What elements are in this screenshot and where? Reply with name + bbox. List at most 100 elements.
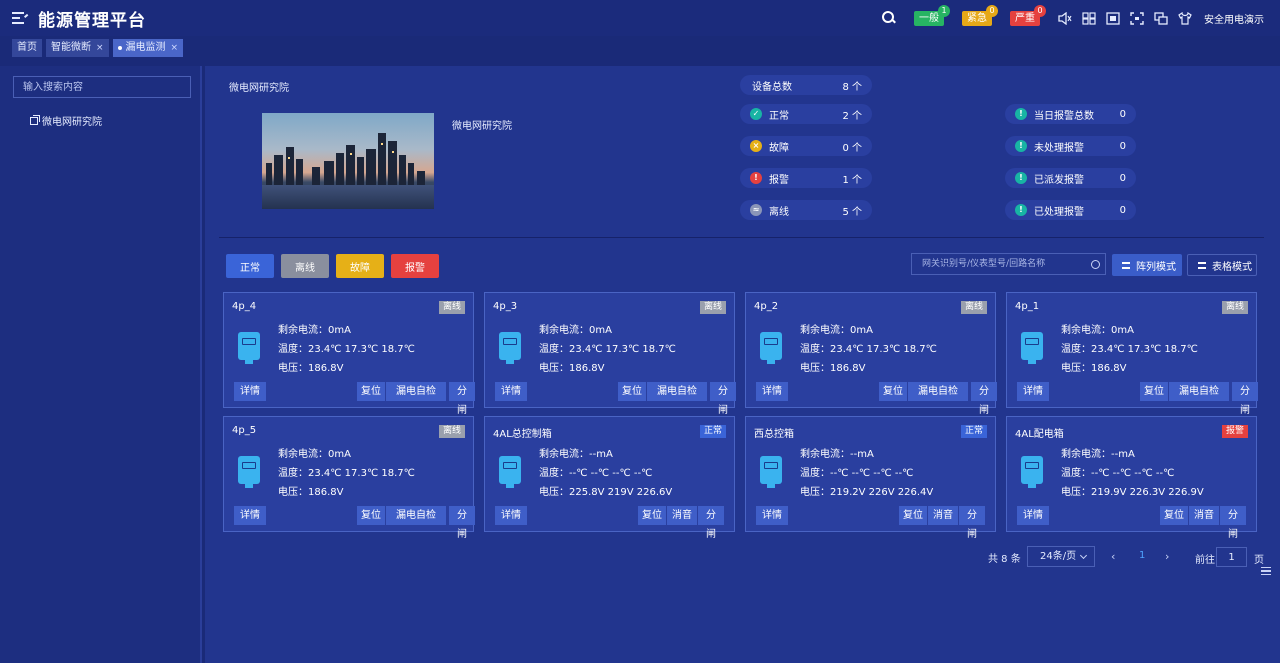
leakage-self-test-button[interactable]: 漏电自检 bbox=[1169, 382, 1229, 401]
fault-circle-icon: × bbox=[750, 140, 762, 152]
open-breaker-button[interactable]: 分闸 bbox=[710, 382, 736, 416]
reset-button[interactable]: 复位 bbox=[1160, 506, 1188, 525]
filter-fault-button[interactable]: 故障 bbox=[336, 254, 384, 278]
open-breaker-button[interactable]: 分闸 bbox=[698, 506, 724, 540]
menu-toggle-icon[interactable] bbox=[12, 11, 29, 25]
stat-normal[interactable]: ✓ 正常 2 个 bbox=[740, 104, 872, 124]
filter-alarm-button[interactable]: 报警 bbox=[391, 254, 439, 278]
reset-button[interactable]: 复位 bbox=[357, 506, 385, 525]
alarm-critical-badge[interactable]: 严重 0 bbox=[1010, 4, 1046, 26]
open-breaker-button[interactable]: 分闸 bbox=[1220, 506, 1246, 540]
page-size-select[interactable]: 24条/页 bbox=[1027, 546, 1095, 567]
open-breaker-button[interactable]: 分闸 bbox=[449, 382, 475, 416]
reset-button[interactable]: 复位 bbox=[899, 506, 927, 525]
window-icon[interactable] bbox=[1154, 11, 1168, 25]
detail-button[interactable]: 详情 bbox=[495, 382, 527, 401]
open-breaker-button[interactable]: 分闸 bbox=[959, 506, 985, 540]
device-search-input[interactable] bbox=[911, 253, 1106, 275]
tab-home-label: 首页 bbox=[17, 42, 37, 53]
stat-today-alarms[interactable]: ! 当日报警总数 0 bbox=[1005, 104, 1136, 124]
fullscreen-icon[interactable] bbox=[1130, 11, 1144, 25]
section-divider bbox=[219, 237, 1264, 238]
mute-icon[interactable] bbox=[1058, 11, 1072, 25]
stat-handled-alarms[interactable]: ! 已处理报警 0 bbox=[1005, 200, 1136, 220]
stat-alarm[interactable]: ! 报警 1 个 bbox=[740, 168, 872, 188]
alarm-general-label: 一般 bbox=[919, 12, 939, 24]
reset-button[interactable]: 复位 bbox=[638, 506, 666, 525]
tab-leakage-monitoring[interactable]: 漏电监测 × bbox=[112, 39, 184, 57]
alarm-critical-label: 严重 bbox=[1015, 12, 1035, 24]
search-icon[interactable] bbox=[882, 11, 896, 25]
detail-button[interactable]: 详情 bbox=[234, 506, 266, 525]
prev-page-button[interactable]: ‹ bbox=[1111, 550, 1115, 563]
open-breaker-button[interactable]: 分闸 bbox=[971, 382, 997, 416]
device-name: 4p_3 bbox=[493, 301, 518, 312]
open-breaker-button[interactable]: 分闸 bbox=[449, 506, 475, 540]
tab-smart-breaker[interactable]: 智能微断 × bbox=[46, 39, 109, 57]
reset-button[interactable]: 复位 bbox=[879, 382, 907, 401]
search-icon[interactable] bbox=[1091, 260, 1100, 269]
device-card: 4p_4 离线 剩余电流：0mA 温度：23.4℃ 17.3℃ 18.7℃ 电压：186… bbox=[223, 292, 475, 416]
alarm-critical-count: 0 bbox=[1034, 4, 1046, 17]
open-breaker-button[interactable]: 分闸 bbox=[1232, 382, 1258, 416]
voltage: 电压：186.8V bbox=[539, 363, 605, 374]
table-mode-button[interactable]: 表格模式 bbox=[1187, 254, 1257, 276]
stat-fault[interactable]: × 故障 0 个 bbox=[740, 136, 872, 156]
alert-circle-icon: ! bbox=[750, 172, 762, 184]
filter-normal-button[interactable]: 正常 bbox=[226, 254, 274, 278]
page-number-current[interactable]: 1 bbox=[1139, 550, 1145, 561]
detail-button[interactable]: 详情 bbox=[1017, 382, 1049, 401]
check-circle-icon: ✓ bbox=[750, 108, 762, 120]
copy-icon bbox=[30, 114, 40, 125]
detail-button[interactable]: 详情 bbox=[495, 506, 527, 525]
alert-circle-icon: ! bbox=[1015, 172, 1027, 184]
shirt-icon[interactable] bbox=[1178, 11, 1192, 25]
reset-button[interactable]: 复位 bbox=[1140, 382, 1168, 401]
leakage-self-test-button[interactable]: 漏电自检 bbox=[386, 382, 446, 401]
alert-circle-icon: ! bbox=[1015, 108, 1027, 120]
leakage-self-test-button[interactable]: 漏电自检 bbox=[386, 506, 446, 525]
station-name: 微电网研究院 bbox=[229, 83, 289, 94]
goto-page-input[interactable] bbox=[1216, 547, 1247, 567]
leakage-self-test-button[interactable]: 漏电自检 bbox=[908, 382, 968, 401]
silence-button[interactable]: 消音 bbox=[1189, 506, 1219, 525]
detail-button[interactable]: 详情 bbox=[1017, 506, 1049, 525]
silence-button[interactable]: 消音 bbox=[928, 506, 958, 525]
close-icon[interactable]: × bbox=[171, 39, 179, 57]
voltage: 电压：186.8V bbox=[278, 487, 344, 498]
close-icon[interactable]: × bbox=[96, 39, 104, 57]
temperature: 温度：23.4℃ 17.3℃ 18.7℃ bbox=[1061, 344, 1198, 355]
silence-button[interactable]: 消音 bbox=[667, 506, 697, 525]
grid-apps-icon[interactable] bbox=[1082, 11, 1096, 25]
screen-icon[interactable] bbox=[1106, 11, 1120, 25]
voltage: 电压：186.8V bbox=[800, 363, 866, 374]
device-card: 4AL配电箱 报警 剩余电流：--mA 温度：--℃ --℃ --℃ --℃ 电压：21… bbox=[1006, 416, 1257, 540]
meter-icon bbox=[499, 456, 521, 488]
sidebar-search-input[interactable] bbox=[13, 76, 191, 98]
device-card: 4p_3 离线 剩余电流：0mA 温度：23.4℃ 17.3℃ 18.7℃ 电压：186… bbox=[484, 292, 736, 416]
leakage-self-test-button[interactable]: 漏电自检 bbox=[647, 382, 707, 401]
meter-icon bbox=[499, 332, 521, 364]
filter-settings-icon[interactable] bbox=[1261, 567, 1271, 575]
reset-button[interactable]: 复位 bbox=[618, 382, 646, 401]
alarm-general-badge[interactable]: 一般 1 bbox=[914, 4, 950, 26]
next-page-button[interactable]: › bbox=[1165, 550, 1169, 563]
alarm-general-count: 1 bbox=[938, 4, 950, 17]
stat-offline[interactable]: ≈ 离线 5 个 bbox=[740, 200, 872, 220]
tree-node-root[interactable]: 微电网研究院 bbox=[30, 113, 102, 128]
status-badge: 离线 bbox=[438, 425, 465, 438]
alarm-urgent-label: 紧急 bbox=[967, 12, 987, 24]
filter-offline-button[interactable]: 离线 bbox=[281, 254, 329, 278]
tab-home[interactable]: 首页 bbox=[12, 39, 42, 57]
detail-button[interactable]: 详情 bbox=[234, 382, 266, 401]
stat-dispatched-alarms[interactable]: ! 已派发报警 0 bbox=[1005, 168, 1136, 188]
grid-mode-button[interactable]: 阵列模式 bbox=[1112, 254, 1182, 276]
detail-button[interactable]: 详情 bbox=[756, 382, 788, 401]
stat-unhandled-alarms[interactable]: ! 未处理报警 0 bbox=[1005, 136, 1136, 156]
detail-button[interactable]: 详情 bbox=[756, 506, 788, 525]
reset-button[interactable]: 复位 bbox=[357, 382, 385, 401]
meter-icon bbox=[760, 456, 782, 488]
user-name[interactable]: 安全用电演示 bbox=[1204, 11, 1264, 26]
alarm-urgent-badge[interactable]: 紧急 0 bbox=[962, 4, 998, 26]
temperature: 温度：--℃ --℃ --℃ --℃ bbox=[800, 468, 914, 479]
